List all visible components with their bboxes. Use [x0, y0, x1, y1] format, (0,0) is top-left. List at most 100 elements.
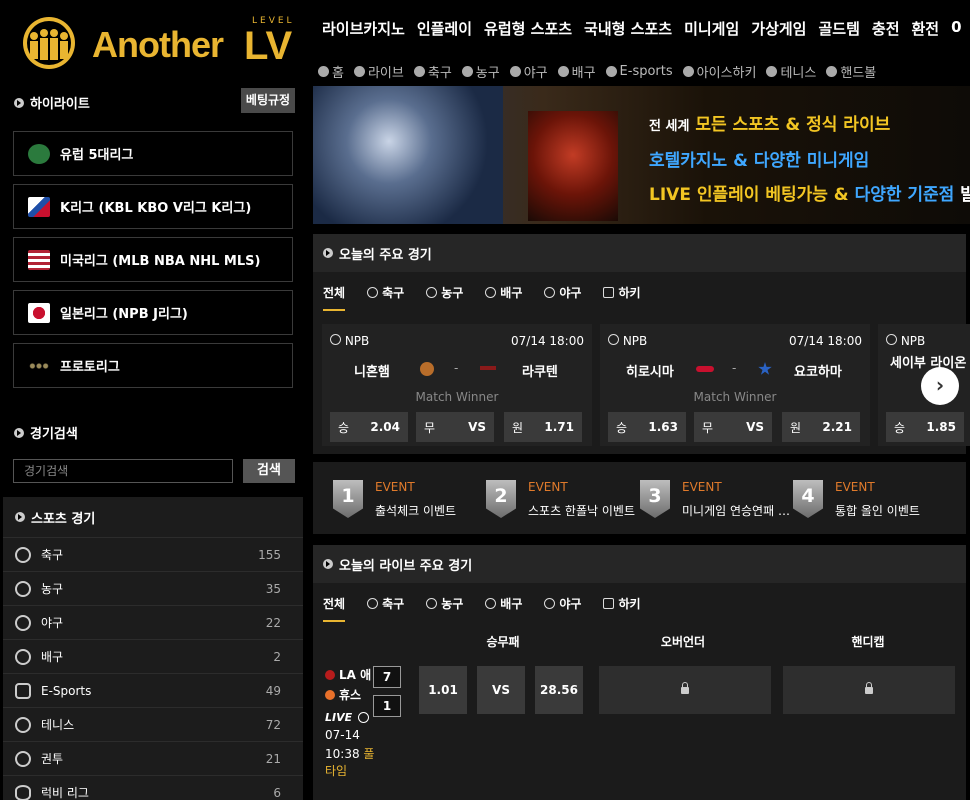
live-matches-panel: 오늘의 라이브 주요 경기 전체 축구 농구 배구 야구 하키 승무패 오버언더…	[313, 545, 966, 800]
banner-slot-image	[528, 111, 618, 221]
subnav-icehockey[interactable]: 아이스하키	[682, 62, 756, 81]
odd-draw-button[interactable]: 무 VS	[416, 412, 494, 442]
betting-rules-button[interactable]: 베팅규정	[241, 88, 295, 113]
match-card[interactable]: NPB 07/14 18:00 히로시마 - 요코하마 Match Winner…	[600, 324, 870, 446]
sport-row-boxing[interactable]: 권투 21	[3, 741, 303, 775]
next-arrow-icon[interactable]: ›	[921, 367, 959, 405]
market-label: Match Winner	[693, 390, 777, 404]
arrow-circle-icon	[14, 97, 24, 108]
tab-all[interactable]: 전체	[323, 595, 346, 622]
live-odd-away-button[interactable]: 28.56	[535, 666, 583, 714]
nav-withdraw[interactable]: 환전	[912, 18, 940, 40]
card-league: NPB	[330, 334, 369, 348]
subnav-handball[interactable]: 핸드볼	[826, 62, 876, 81]
tab-all[interactable]: 전체	[323, 284, 346, 311]
tab-baseball[interactable]: 야구	[544, 284, 581, 301]
nav-gold-item[interactable]: 골드템	[818, 18, 859, 40]
league-item-europe[interactable]: 유럽 5대리그	[13, 131, 293, 176]
arrow-circle-icon	[14, 427, 24, 438]
sport-row-baseball[interactable]: 야구 22	[3, 605, 303, 639]
europe-flag-icon	[28, 143, 50, 164]
match-card[interactable]: NPB 07/14 18:00 니혼햄 - 라쿠텐 Match Winner 승…	[322, 324, 592, 446]
tab-volleyball[interactable]: 배구	[485, 595, 522, 612]
brand-lv: LV	[244, 24, 293, 68]
nav-live-casino[interactable]: 라이브카지노	[322, 18, 405, 40]
over-under-locked	[599, 666, 771, 714]
subnav-esports[interactable]: E-sports	[605, 62, 673, 81]
volleyball-icon	[485, 286, 497, 298]
league-item-usa[interactable]: 미국리그 (MLB NBA NHL MLS)	[13, 237, 293, 282]
subnav-tennis[interactable]: 테니스	[766, 62, 816, 81]
odd-home-button[interactable]: 승 1.85	[886, 412, 964, 442]
away-team-logo-icon	[758, 362, 772, 375]
site-logo[interactable]: Another LEVEL LV	[12, 14, 302, 72]
subnav-soccer[interactable]: 축구	[413, 62, 452, 81]
tab-soccer[interactable]: 축구	[367, 284, 404, 301]
live-odd-draw-button[interactable]: VS	[477, 666, 525, 714]
badge-shield-icon: 3	[640, 480, 670, 518]
odd-away-button[interactable]: 원 2.21	[782, 412, 860, 442]
nav-more[interactable]: 0	[951, 18, 961, 40]
tab-basketball[interactable]: 농구	[426, 595, 463, 612]
soccer-icon	[15, 546, 31, 563]
nav-deposit[interactable]: 충전	[872, 18, 900, 40]
odd-home-button[interactable]: 승 2.04	[330, 412, 408, 442]
sport-row-rugby[interactable]: 럭비 리그 6	[3, 775, 303, 800]
gamepad-icon	[605, 66, 617, 77]
sport-row-basketball[interactable]: 농구 35	[3, 571, 303, 605]
sports-list-title: 스포츠 경기	[3, 497, 303, 537]
soccer-icon	[367, 597, 379, 609]
usa-flag-icon	[28, 249, 50, 270]
nav-euro-sports[interactable]: 유럽형 스포츠	[484, 18, 572, 40]
home-team-logo-icon	[420, 362, 434, 376]
odd-draw-button[interactable]: 무 VS	[694, 412, 772, 442]
astros-logo-icon	[325, 689, 335, 700]
away-score: 1	[373, 695, 401, 717]
home-icon	[318, 66, 329, 77]
odd-away-button[interactable]: 원 1.71	[504, 412, 582, 442]
league-item-korea[interactable]: K리그 (KBL KBO V리그 K리그)	[13, 184, 293, 229]
home-team-logo-icon	[696, 366, 714, 372]
promo-banner[interactable]: 전 세계 모든 스포츠 & 정식 라이브 호텔카지노 & 다양한 미니게임 LI…	[313, 86, 970, 224]
odd-home-button[interactable]: 승 1.63	[608, 412, 686, 442]
sport-row-volleyball[interactable]: 배구 2	[3, 639, 303, 673]
nav-virtual-game[interactable]: 가상게임	[751, 18, 806, 40]
tab-hockey[interactable]: 하키	[603, 284, 641, 301]
col-win-draw-lose: 승무패	[486, 635, 520, 649]
search-button[interactable]: 검색	[243, 459, 295, 483]
market-label: Match Winner	[415, 390, 499, 404]
live-status: LIVE	[325, 711, 370, 724]
subnav-baseball[interactable]: 야구	[509, 62, 548, 81]
sport-row-esports[interactable]: E-Sports 49	[3, 673, 303, 707]
tab-soccer[interactable]: 축구	[367, 595, 404, 612]
sport-row-tennis[interactable]: 테니스 72	[3, 707, 303, 741]
soccer-icon	[367, 286, 379, 298]
col-over-under: 오버언더	[660, 635, 706, 649]
tab-basketball[interactable]: 농구	[426, 284, 463, 301]
subnav-basketball[interactable]: 농구	[461, 62, 500, 81]
col-handicap: 핸디캡	[851, 635, 885, 649]
tab-hockey[interactable]: 하키	[603, 595, 641, 612]
tab-volleyball[interactable]: 배구	[485, 284, 522, 301]
card-league: NPB	[886, 334, 925, 348]
subnav-volleyball[interactable]: 배구	[557, 62, 596, 81]
away-team: 요코하마	[794, 365, 842, 380]
nav-domestic-sports[interactable]: 국내형 스포츠	[584, 18, 672, 40]
nav-minigame[interactable]: 미니게임	[684, 18, 739, 40]
volleyball-icon	[485, 597, 497, 609]
live-odd-home-button[interactable]: 1.01	[419, 666, 467, 714]
league-item-japan[interactable]: 일본리그 (NPB J리그)	[13, 290, 293, 335]
tab-baseball[interactable]: 야구	[544, 595, 581, 612]
nav-inplay[interactable]: 인플레이	[417, 18, 472, 40]
game-search-input[interactable]	[13, 459, 233, 483]
home-team: 세이부 라이온	[890, 356, 967, 371]
brand-name: Another	[92, 24, 224, 65]
live-home-team: LA 애	[325, 666, 371, 683]
sport-row-soccer[interactable]: 축구 155	[3, 537, 303, 571]
search-title: 경기검색	[14, 423, 78, 442]
league-item-proto[interactable]: 프로토리그	[13, 343, 293, 388]
subnav-home[interactable]: 홈	[318, 62, 344, 81]
subnav-live[interactable]: 라이브	[353, 62, 404, 81]
soccer-icon	[413, 66, 425, 77]
live-sport-tabs: 전체 축구 농구 배구 야구 하키	[313, 583, 966, 623]
